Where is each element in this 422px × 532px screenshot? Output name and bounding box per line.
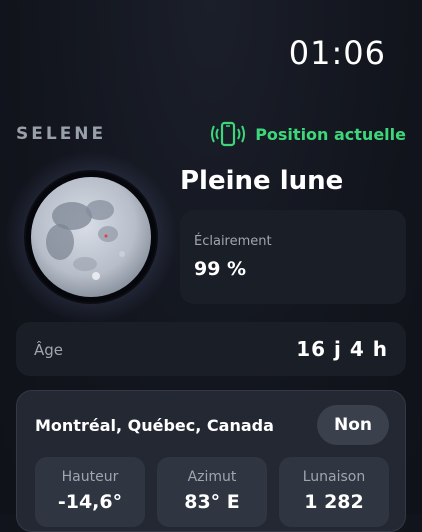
visibility-toggle[interactable]: Non [317, 405, 389, 445]
stat-label: Azimut [187, 469, 237, 485]
stat-altitude: Hauteur -14,6° [35, 457, 145, 527]
phase-name: Pleine lune [180, 166, 344, 196]
app-brand: SELENE [16, 124, 107, 144]
phone-location-icon [211, 121, 246, 147]
city-name: Montréal, Québec, Canada [35, 416, 274, 435]
stat-value: 83° E [184, 491, 240, 513]
location-label: Position actuelle [255, 124, 406, 144]
stat-lunation: Lunaison 1 282 [279, 457, 389, 527]
moon-glow [6, 152, 176, 322]
city-card: Montréal, Québec, Canada Non Hauteur -14… [16, 390, 406, 532]
clock: 01:06 [288, 34, 386, 72]
age-value: 16 j 4 h [296, 337, 388, 361]
stat-azimuth: Azimut 83° E [157, 457, 267, 527]
illumination-label: Éclairement [194, 234, 272, 249]
stats-row: Hauteur -14,6° Azimut 83° E Lunaison 1 2… [35, 457, 389, 527]
stat-label: Hauteur [61, 469, 119, 485]
stat-value: -14,6° [57, 491, 123, 513]
illumination-value: 99 % [194, 258, 247, 280]
age-label: Âge [34, 341, 64, 359]
moon-image [26, 172, 156, 302]
stat-value: 1 282 [304, 491, 364, 513]
stat-label: Lunaison [302, 469, 366, 485]
age-card: Âge 16 j 4 h [16, 322, 406, 376]
illumination-card: Éclairement 99 % [180, 210, 406, 304]
location-button[interactable]: Position actuelle [211, 121, 406, 147]
